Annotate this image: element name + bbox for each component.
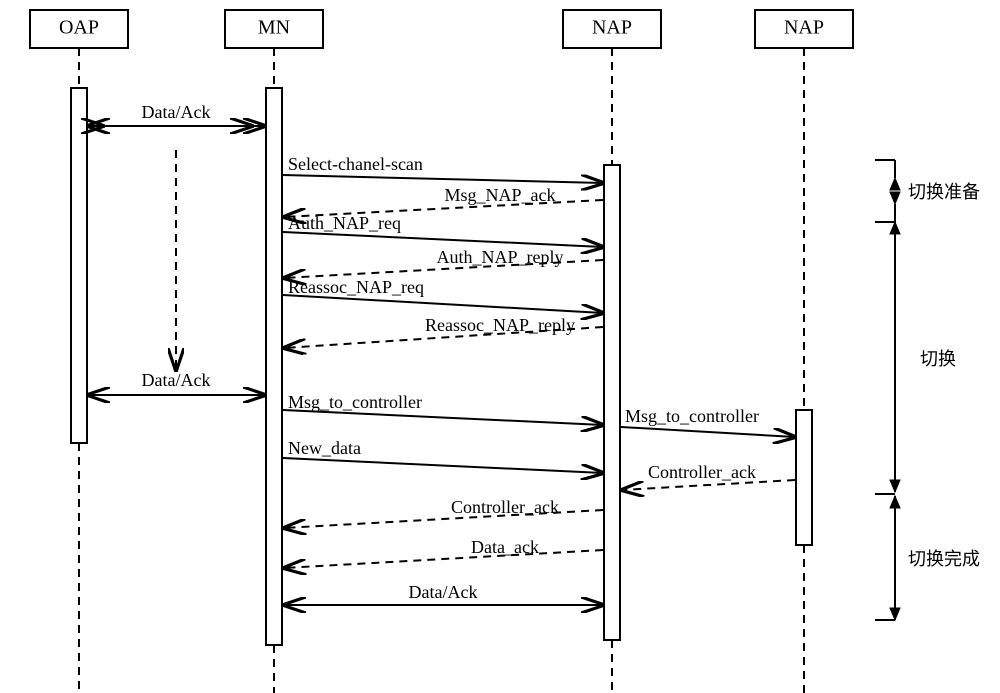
sequence-diagram: OAP MN NAP NAP Data/Ack Select-chanel-sc…: [0, 0, 1000, 693]
msg-new-data: [283, 458, 603, 473]
lbl-data-ack-1: Data/Ack: [142, 102, 211, 122]
msg-data-ack-dash: [284, 550, 603, 568]
lbl-new-data: New_data: [288, 438, 361, 458]
msg-auth-req: [283, 232, 603, 247]
lifeline-label-nap2: NAP: [784, 17, 824, 39]
lifeline-label-mn: MN: [258, 17, 290, 39]
lbl-data-ack-dash: Data_ack: [471, 537, 539, 557]
lbl-reassoc-reply: Reassoc_NAP_reply: [425, 315, 575, 335]
phase-bracket: [875, 160, 900, 620]
lbl-nap-ack: Msg_NAP_ack: [445, 185, 556, 205]
lbl-ctrl-ack-2: Controller_ack: [451, 497, 559, 517]
lbl-phase-prepare: 切换准备: [908, 182, 980, 202]
lbl-data-ack-2: Data/Ack: [142, 370, 211, 390]
lbl-auth-req: Auth_NAP_req: [288, 213, 401, 233]
lbl-data-ack-3: Data/Ack: [409, 582, 478, 602]
msg-select-scan: [283, 175, 603, 183]
lbl-phase-handover: 切换: [920, 349, 956, 369]
lbl-select-scan: Select-chanel-scan: [288, 154, 423, 174]
activation-nap1: [604, 165, 620, 640]
activation-mn: [266, 88, 282, 645]
activation-oap: [71, 88, 87, 443]
msg-to-ctrl-1: [283, 410, 603, 425]
lbl-reassoc-req: Reassoc_NAP_req: [288, 277, 424, 297]
lbl-to-ctrl-1: Msg_to_controller: [288, 392, 422, 412]
activation-nap2: [796, 410, 812, 545]
lbl-auth-reply: Auth_NAP_reply: [437, 247, 564, 267]
msg-reassoc-req: [283, 295, 603, 313]
msg-to-ctrl-2: [621, 427, 795, 437]
lbl-to-ctrl-2: Msg_to_controller: [625, 406, 759, 426]
lifeline-label-nap1: NAP: [592, 17, 632, 39]
lbl-phase-complete: 切换完成: [908, 549, 980, 569]
lbl-ctrl-ack-1: Controller_ack: [648, 462, 756, 482]
lifeline-label-oap: OAP: [59, 17, 99, 39]
